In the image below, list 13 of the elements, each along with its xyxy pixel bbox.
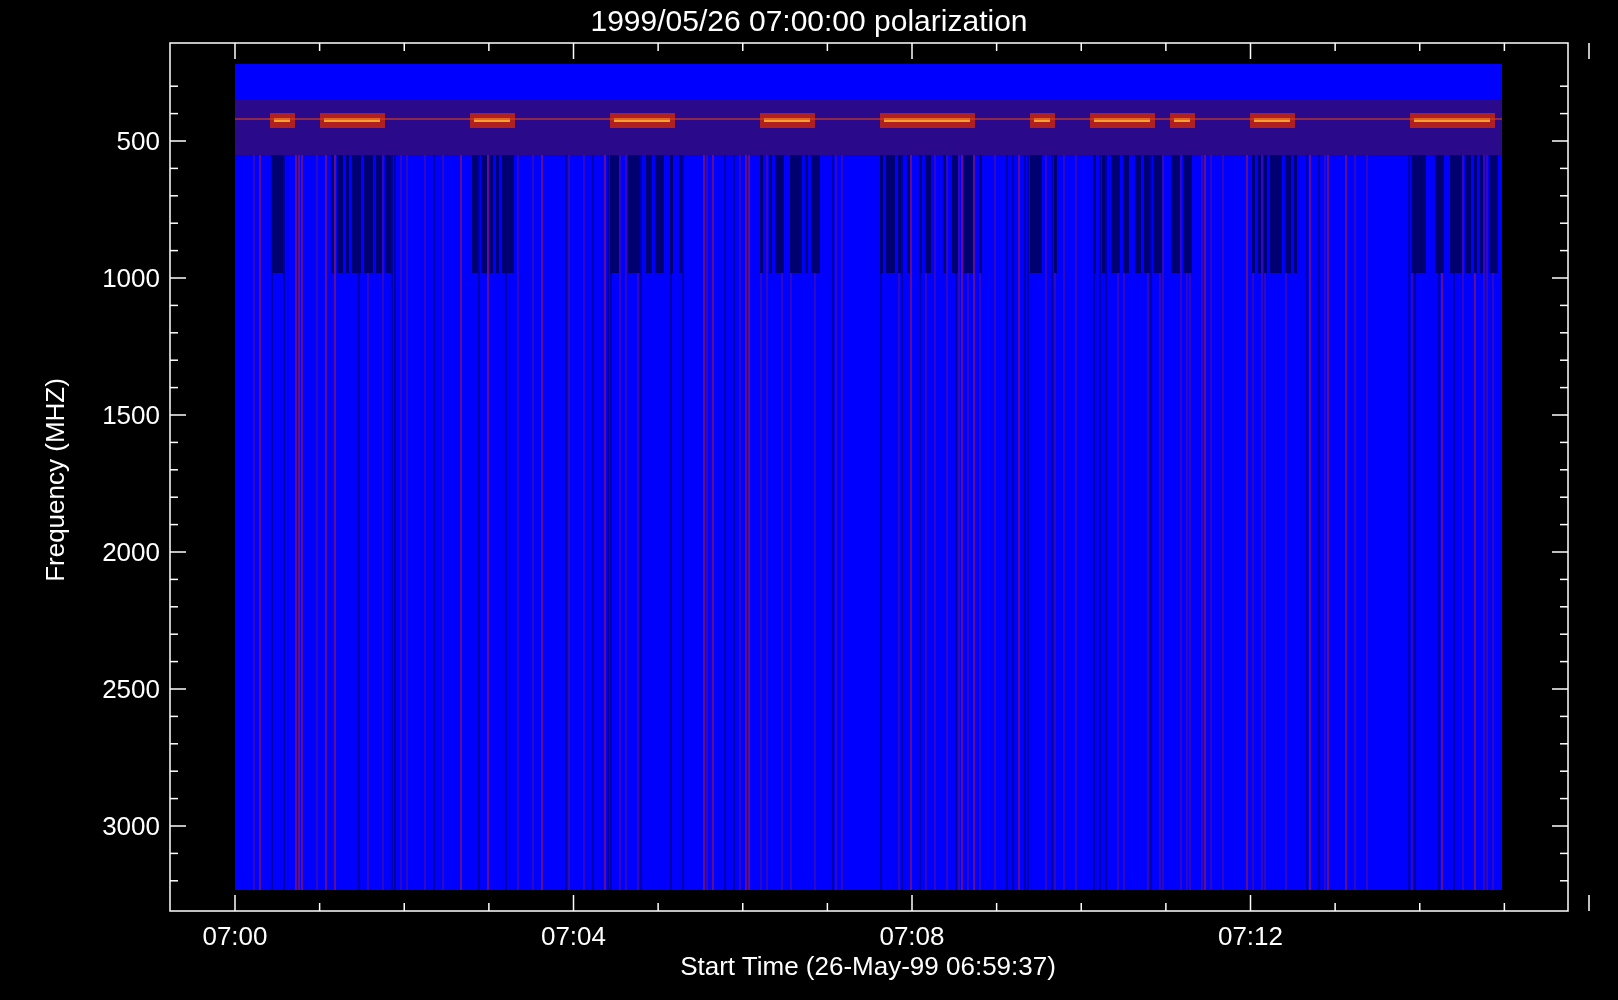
x-tick-label: 07:04 — [540, 921, 607, 951]
y-tick-label: 3000 — [102, 811, 160, 841]
y-tick-label: 1000 — [102, 263, 160, 293]
x-tick-label: 07:08 — [879, 921, 945, 951]
y-axis-title: Frequency (MHZ) — [40, 378, 70, 582]
y-tick-label: 2500 — [102, 674, 160, 704]
y-tick-label: 1500 — [102, 400, 160, 430]
plot-title: 1999/05/26 07:00:00 polarization — [590, 4, 1028, 37]
x-tick-label: 07:00 — [202, 921, 268, 951]
x-axis-title: Start Time (26-May-99 06:59:37) — [680, 951, 1056, 981]
y-tick-label: 2000 — [102, 537, 160, 567]
x-tick-label: 07:12 — [1217, 921, 1284, 951]
y-tick-label: 500 — [116, 126, 160, 156]
